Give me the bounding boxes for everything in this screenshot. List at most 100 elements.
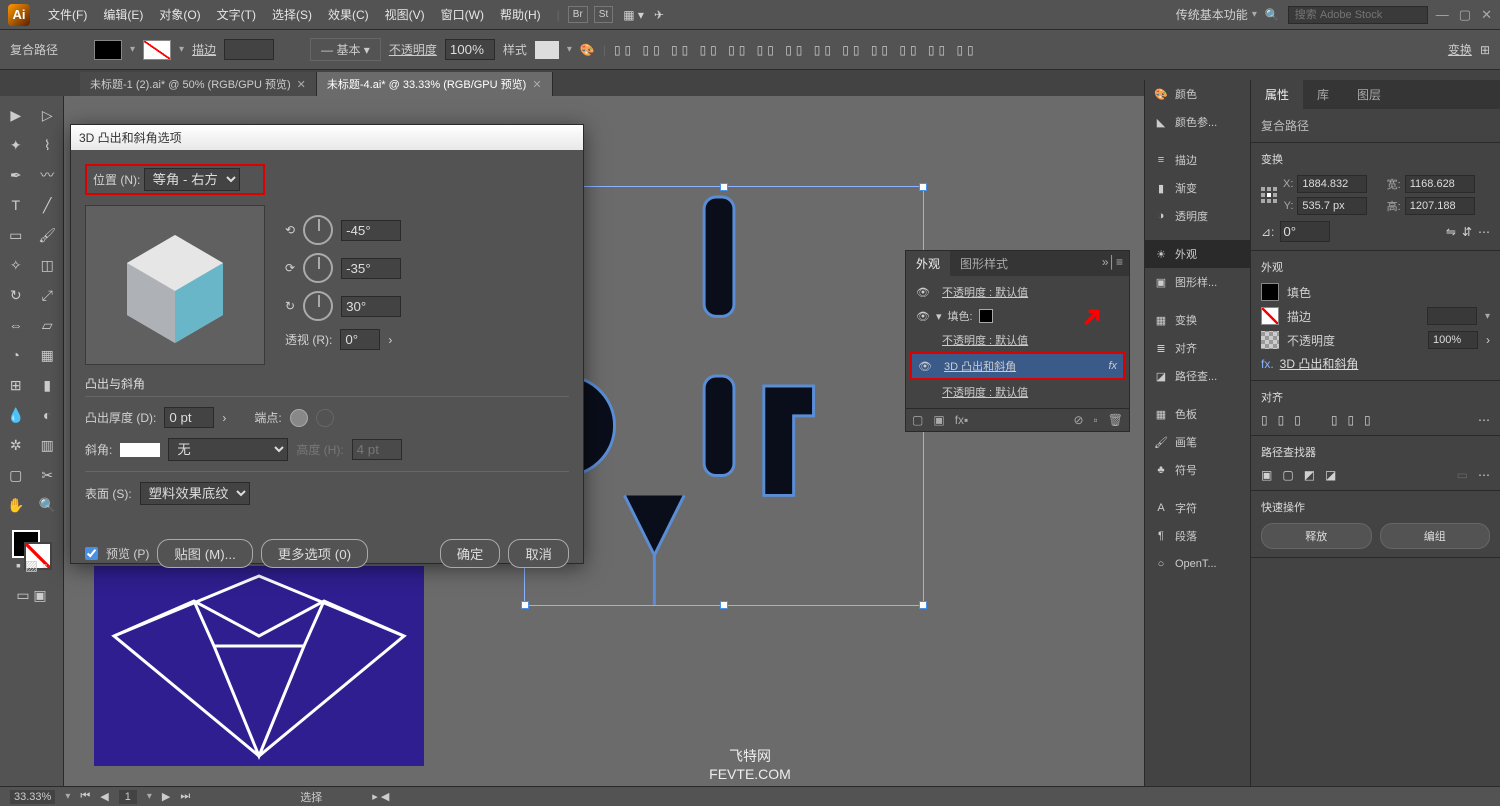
libraries-tab[interactable]: 库 [1303, 80, 1343, 109]
align-bottom-icon[interactable]: ▯ [1364, 413, 1371, 427]
duplicate-icon[interactable]: ▫ [1094, 413, 1098, 427]
visibility-icon[interactable]: 👁 [916, 310, 930, 323]
align-top-icon[interactable]: ▯ [1331, 413, 1338, 427]
panel-menu-icon[interactable]: »│≡ [1096, 251, 1129, 276]
appearance-row-3d[interactable]: 👁3D 凸出和斜角fx [910, 352, 1125, 380]
recolor-icon[interactable]: 🎨 [580, 43, 595, 57]
fx-3d-link[interactable]: 3D 凸出和斜角 [1280, 355, 1359, 372]
tab-doc-2[interactable]: 未标题-4.ai* @ 33.33% (RGB/GPU 预览)✕ [317, 72, 553, 96]
menu-window[interactable]: 窗口(W) [433, 6, 492, 23]
rot-y-dial[interactable] [303, 253, 333, 283]
nav-first-icon[interactable]: ⏮ [80, 790, 90, 803]
nav-next-icon[interactable]: ▶ [162, 790, 170, 803]
visibility-icon[interactable]: 👁 [916, 286, 930, 299]
menu-type[interactable]: 文字(T) [209, 6, 264, 23]
brush-definition[interactable]: — 基本 ▾ [310, 38, 381, 61]
shape-builder-tool[interactable]: ◔ [0, 340, 32, 370]
minus-front-icon[interactable]: ▢ [1282, 468, 1293, 482]
appearance-tab[interactable]: 外观 [906, 251, 950, 276]
dock-opentype[interactable]: ○OpenT... [1145, 550, 1250, 578]
graphic-styles-tab[interactable]: 图形样式 [950, 251, 1018, 276]
gradient-tool[interactable]: ▮ [32, 370, 64, 400]
w-input[interactable] [1405, 175, 1475, 193]
menu-object[interactable]: 对象(O) [151, 6, 208, 23]
menu-file[interactable]: 文件(F) [40, 6, 95, 23]
align-vcenter-icon[interactable]: ▯ [1347, 413, 1354, 427]
rotation-cube[interactable] [85, 205, 265, 365]
align-right-icon[interactable]: ▯ [1294, 413, 1301, 427]
dock-brushes[interactable]: 🖌画笔 [1145, 428, 1250, 456]
exclude-icon[interactable]: ◪ [1325, 468, 1336, 482]
flip-v-icon[interactable]: ⇵ [1462, 225, 1472, 239]
arrange-docs-icon[interactable]: ▦ ▾ [623, 8, 644, 22]
rotate-tool[interactable]: ↻ [0, 280, 32, 310]
type-tool[interactable]: T [0, 190, 32, 220]
position-select[interactable]: 等角 - 右方 [144, 168, 240, 191]
stock-icon[interactable]: St [594, 6, 613, 23]
clear-icon[interactable]: ⊘ [1073, 413, 1083, 427]
perspective-input[interactable] [340, 329, 380, 350]
slice-tool[interactable]: ✂ [32, 460, 64, 490]
eraser-tool[interactable]: ◫ [32, 250, 64, 280]
menu-edit[interactable]: 编辑(E) [95, 6, 151, 23]
menu-effect[interactable]: 效果(C) [320, 6, 377, 23]
mesh-tool[interactable]: ⊞ [0, 370, 32, 400]
cancel-button[interactable]: 取消 [508, 539, 569, 568]
bridge-icon[interactable]: Br [568, 6, 588, 23]
screen-mode-row[interactable]: ▭ ▣ [0, 580, 63, 610]
curvature-tool[interactable]: 〰 [32, 160, 64, 190]
menu-view[interactable]: 视图(V) [377, 6, 433, 23]
stroke-weight-input[interactable] [1427, 307, 1477, 325]
width-tool[interactable]: ⇔ [0, 310, 32, 340]
preview-checkbox[interactable] [85, 547, 98, 560]
color-mode-row[interactable]: ▪ ▨ ▫ [0, 550, 63, 580]
artboard-number[interactable]: 1 [119, 790, 137, 804]
align-icons-group[interactable]: ▯▯ ▯▯ ▯▯ ▯▯ ▯▯ ▯▯ ▯▯ ▯▯ ▯▯ ▯▯ ▯▯ ▯▯ ▯▯ [614, 43, 978, 57]
menu-help[interactable]: 帮助(H) [492, 6, 549, 23]
artboard-tool[interactable]: ▢ [0, 460, 32, 490]
stock-search-input[interactable] [1288, 6, 1428, 24]
symbol-sprayer-tool[interactable]: ✲ [0, 430, 32, 460]
selection-tool[interactable]: ▶ [0, 100, 32, 130]
group-button[interactable]: 编组 [1380, 523, 1491, 549]
dock-character[interactable]: A字符 [1145, 494, 1250, 522]
ok-button[interactable]: 确定 [440, 539, 501, 568]
workspace-switcher[interactable]: 传统基本功能▾ [1176, 6, 1257, 23]
close-button[interactable]: ✕ [1481, 7, 1492, 23]
angle-input[interactable] [1280, 221, 1330, 242]
magic-wand-tool[interactable]: ✦ [0, 130, 32, 160]
free-transform-tool[interactable]: ▱ [32, 310, 64, 340]
properties-tab[interactable]: 属性 [1251, 80, 1303, 109]
opacity-input[interactable] [445, 39, 495, 60]
graphic-style-swatch[interactable] [535, 41, 559, 59]
visibility-icon[interactable]: 👁 [918, 360, 932, 373]
perspective-grid-tool[interactable]: ▦ [32, 340, 64, 370]
rot-x-input[interactable] [341, 220, 401, 241]
add-effect-icon[interactable]: fx▪ [955, 413, 969, 427]
map-art-button[interactable]: 贴图 (M)... [157, 539, 252, 568]
fill-swatch-icon[interactable] [979, 309, 993, 323]
dock-align[interactable]: ≣对齐 [1145, 334, 1250, 362]
rot-y-input[interactable] [341, 258, 401, 279]
intersect-icon[interactable]: ◩ [1304, 468, 1315, 482]
extrude-depth-input[interactable] [164, 407, 214, 428]
dock-appearance[interactable]: ☀外观 [1145, 240, 1250, 268]
surface-select[interactable]: 塑料效果底纹 [140, 482, 250, 505]
scale-tool[interactable]: ⤢ [32, 280, 64, 310]
zoom-level[interactable]: 33.33% [10, 790, 55, 804]
dock-gradient[interactable]: ▮渐变 [1145, 174, 1250, 202]
prop-stroke-swatch[interactable] [1261, 307, 1279, 325]
cap-off-icon[interactable] [316, 409, 334, 427]
y-input[interactable] [1297, 197, 1367, 215]
flip-h-icon[interactable]: ⇋ [1446, 225, 1456, 239]
close-tab-icon[interactable]: ✕ [297, 78, 306, 91]
isolate-icon[interactable]: ⊞ [1480, 43, 1490, 57]
shaper-tool[interactable]: ✧ [0, 250, 32, 280]
expand-icon[interactable]: ▭ [1457, 468, 1468, 482]
align-left-icon[interactable]: ▯ [1261, 413, 1268, 427]
line-tool[interactable]: ╱ [32, 190, 64, 220]
prop-opacity-input[interactable] [1428, 331, 1478, 349]
dock-graphic-styles[interactable]: ▣图形样... [1145, 268, 1250, 296]
gpu-icon[interactable]: ✈ [654, 8, 664, 22]
lasso-tool[interactable]: ⌇ [32, 130, 64, 160]
